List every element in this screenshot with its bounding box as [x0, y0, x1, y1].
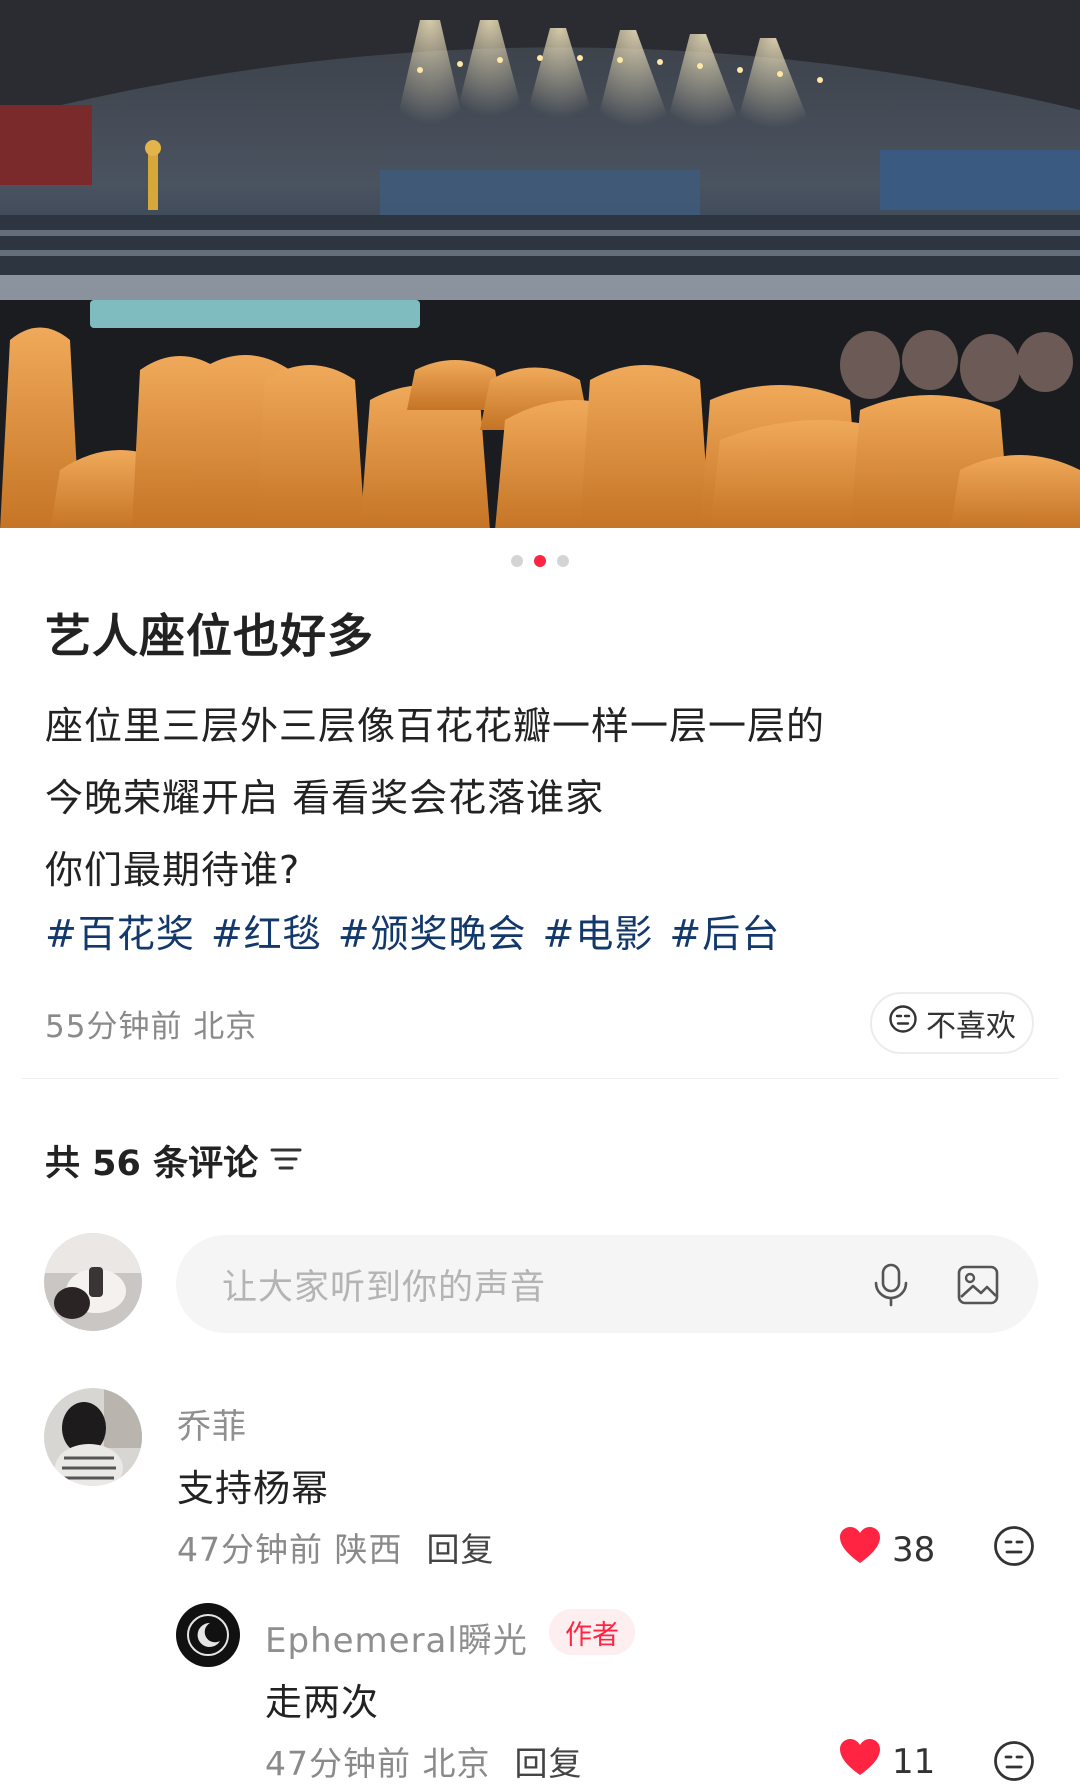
post-body-line: 你们最期待谁? [45, 848, 301, 892]
comment-count-label: 共 56 条评论 [45, 1144, 259, 1184]
hashtag[interactable]: #百花奖 [45, 903, 195, 958]
neutral-face-icon[interactable] [993, 1740, 1035, 1786]
neutral-face-icon [888, 1004, 918, 1042]
neutral-face-icon[interactable] [993, 1525, 1035, 1571]
sort-lines-icon[interactable] [270, 1141, 302, 1181]
my-avatar[interactable] [44, 1233, 142, 1331]
post-title: 艺人座位也好多 [45, 609, 374, 663]
reply-button[interactable]: 回复 [426, 1530, 494, 1569]
commenter-name[interactable]: 乔菲 [177, 1399, 247, 1448]
dislike-button[interactable]: 不喜欢 [870, 992, 1034, 1054]
comment-count-sort[interactable]: 共 56 条评论 [45, 1135, 302, 1186]
hashtag[interactable]: #电影 [543, 903, 654, 958]
replier-name[interactable]: Ephemeral瞬光 [265, 1613, 528, 1662]
divider [22, 1078, 1058, 1079]
reply-meta: 47分钟前 北京 回复 [265, 1737, 582, 1785]
post-photo[interactable] [0, 0, 1080, 528]
carousel-dot[interactable] [511, 555, 523, 567]
hashtag[interactable]: #红毯 [211, 903, 322, 958]
like-button[interactable]: 11 [838, 1737, 935, 1786]
post-body-line: 座位里三层外三层像百花花瓣一样一层一层的 [45, 704, 826, 748]
comment-input-placeholder: 让大家听到你的声音 [222, 1267, 547, 1308]
replier-avatar[interactable] [176, 1603, 240, 1667]
image-icon[interactable] [956, 1264, 1000, 1310]
carousel-dot-active[interactable] [534, 555, 546, 567]
like-count: 38 [892, 1529, 936, 1570]
post-body-line: 今晚荣耀开启 看看奖会花落谁家 [45, 776, 605, 820]
microphone-icon[interactable] [870, 1262, 912, 1312]
comment-text: 支持杨幂 [177, 1467, 329, 1510]
carousel-dot[interactable] [557, 555, 569, 567]
commenter-avatar[interactable] [44, 1388, 142, 1486]
comment-meta: 47分钟前 陕西 回复 [177, 1523, 494, 1571]
carousel-indicator [0, 555, 1080, 567]
like-count: 11 [892, 1741, 936, 1782]
comment-time-location: 47分钟前 陕西 [177, 1530, 403, 1569]
reply-button[interactable]: 回复 [514, 1744, 582, 1783]
heart-icon [838, 1525, 882, 1574]
reply-text: 走两次 [265, 1681, 379, 1724]
reply-time-location: 47分钟前 北京 [265, 1744, 491, 1783]
hashtag[interactable]: #后台 [669, 903, 780, 958]
like-button[interactable]: 38 [838, 1525, 935, 1574]
dislike-label: 不喜欢 [926, 1009, 1016, 1044]
post-meta: 55分钟前 北京 [45, 1009, 258, 1045]
hashtag-list: #百花奖 #红毯 #颁奖晚会 #电影 #后台 [45, 903, 780, 958]
author-badge: 作者 [549, 1609, 635, 1655]
hashtag[interactable]: #颁奖晚会 [338, 903, 527, 958]
post-body: 座位里三层外三层像百花花瓣一样一层一层的 今晚荣耀开启 看看奖会花落谁家 你们最… [45, 690, 1045, 906]
heart-icon [838, 1737, 882, 1786]
